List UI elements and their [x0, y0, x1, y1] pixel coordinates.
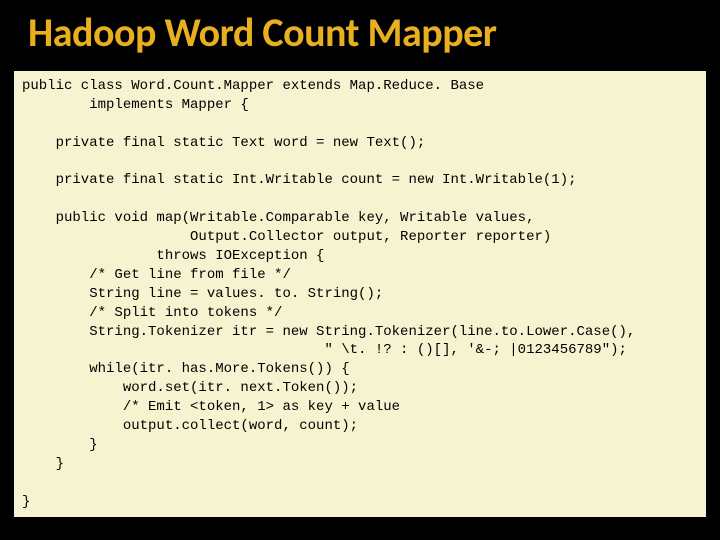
code-block: public class Word.Count.Mapper extends M…	[12, 69, 708, 519]
slide-title: Hadoop Word Count Mapper	[28, 8, 692, 57]
slide-header: Hadoop Word Count Mapper	[0, 0, 720, 67]
code-content: public class Word.Count.Mapper extends M…	[22, 78, 635, 510]
